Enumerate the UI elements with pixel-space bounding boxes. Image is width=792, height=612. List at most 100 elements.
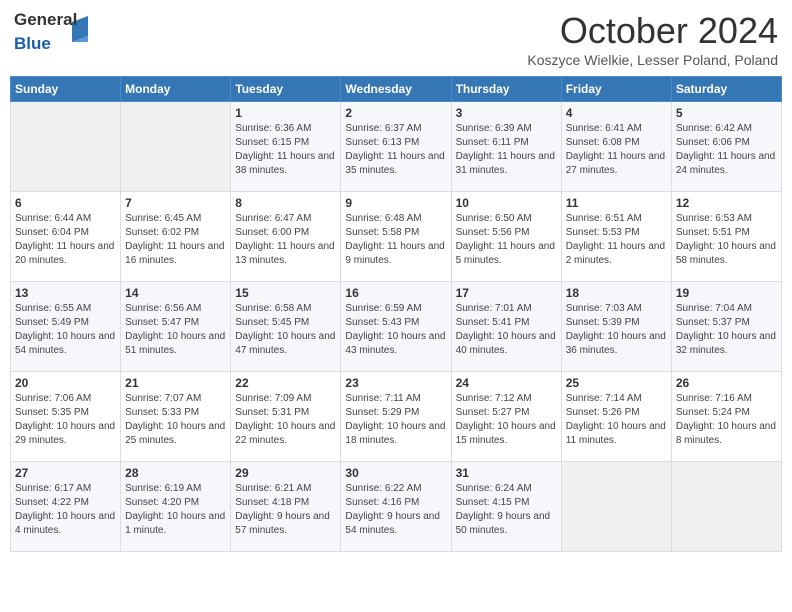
calendar-cell: 10 Sunrise: 6:50 AMSunset: 5:56 PMDayligh…: [451, 192, 561, 282]
calendar-cell: 13Sunrise: 6:55 AMSunset: 5:49 PMDayligh…: [11, 282, 121, 372]
logo-general: General: [14, 10, 77, 30]
cell-content: Sunrise: 6:24 AMSunset: 4:15 PMDaylight:…: [456, 482, 557, 538]
calendar-cell: 26Sunrise: 7:16 AMSunset: 5:24 PMDayligh…: [671, 372, 781, 462]
cell-content: Sunrise: 6:17 AMSunset: 4:22 PMDaylight:…: [15, 482, 116, 538]
cell-content: Sunrise: 7:11 AMSunset: 5:29 PMDaylight:…: [345, 392, 446, 448]
cell-content: Sunrise: 6:21 AMSunset: 4:18 PMDaylight:…: [235, 482, 336, 538]
calendar-cell: 14 Sunrise: 6:56 AMSunset: 5:47 PMDayligh…: [121, 282, 231, 372]
calendar-cell: 7 Sunrise: 6:45 AMSunset: 6:02 PMDaylight…: [121, 192, 231, 282]
day-number: 6: [15, 196, 116, 210]
calendar-cell: 17Sunrise: 7:01 AMSunset: 5:41 PMDayligh…: [451, 282, 561, 372]
day-number: 3: [456, 106, 557, 120]
month-title: October 2024: [527, 10, 778, 52]
day-number: 23: [345, 376, 446, 390]
calendar-cell: 9 Sunrise: 6:48 AMSunset: 5:58 PMDaylight…: [341, 192, 451, 282]
day-number: 1: [235, 106, 336, 120]
weekday-header-tuesday: Tuesday: [231, 77, 341, 102]
cell-content: Sunrise: 7:03 AMSunset: 5:39 PMDaylight:…: [566, 302, 667, 358]
day-number: 12: [676, 196, 777, 210]
calendar-week-row: 1Sunrise: 6:36 AMSunset: 6:15 PMDaylight…: [11, 102, 782, 192]
weekday-header-monday: Monday: [121, 77, 231, 102]
calendar-cell: 21 Sunrise: 7:07 AMSunset: 5:33 PMDayligh…: [121, 372, 231, 462]
day-number: 25: [566, 376, 667, 390]
calendar-table: SundayMondayTuesdayWednesdayThursdayFrid…: [10, 76, 782, 552]
day-number: 18: [566, 286, 667, 300]
weekday-header-saturday: Saturday: [671, 77, 781, 102]
calendar-cell: 1Sunrise: 6:36 AMSunset: 6:15 PMDaylight…: [231, 102, 341, 192]
calendar-cell: 31Sunrise: 6:24 AMSunset: 4:15 PMDayligh…: [451, 462, 561, 552]
cell-content: Sunrise: 6:45 AMSunset: 6:02 PMDaylight:…: [125, 212, 226, 268]
day-number: 29: [235, 466, 336, 480]
calendar-cell: 29 Sunrise: 6:21 AMSunset: 4:18 PMDayligh…: [231, 462, 341, 552]
calendar-cell: 2 Sunrise: 6:37 AMSunset: 6:13 PMDaylight…: [341, 102, 451, 192]
calendar-cell: 6Sunrise: 6:44 AMSunset: 6:04 PMDaylight…: [11, 192, 121, 282]
cell-content: Sunrise: 6:58 AMSunset: 5:45 PMDaylight:…: [235, 302, 336, 358]
day-number: 8: [235, 196, 336, 210]
calendar-cell: 12 Sunrise: 6:53 AMSunset: 5:51 PMDayligh…: [671, 192, 781, 282]
calendar-cell: [11, 102, 121, 192]
day-number: 26: [676, 376, 777, 390]
calendar-cell: 11 Sunrise: 6:51 AMSunset: 5:53 PMDayligh…: [561, 192, 671, 282]
page-header: General Blue October 2024 Koszyce Wielki…: [10, 10, 782, 68]
day-number: 4: [566, 106, 667, 120]
day-number: 15: [235, 286, 336, 300]
day-number: 5: [676, 106, 777, 120]
cell-content: Sunrise: 6:19 AMSunset: 4:20 PMDaylight:…: [125, 482, 226, 538]
logo-blue: Blue: [14, 34, 51, 54]
cell-content: Sunrise: 7:09 AMSunset: 5:31 PMDaylight:…: [235, 392, 336, 448]
day-number: 30: [345, 466, 446, 480]
cell-content: Sunrise: 7:07 AMSunset: 5:33 PMDaylight:…: [125, 392, 226, 448]
calendar-week-row: 27 Sunrise: 6:17 AMSunset: 4:22 PMDayligh…: [11, 462, 782, 552]
day-number: 14: [125, 286, 226, 300]
day-number: 22: [235, 376, 336, 390]
cell-content: Sunrise: 6:37 AMSunset: 6:13 PMDaylight:…: [345, 122, 446, 178]
calendar-week-row: 13Sunrise: 6:55 AMSunset: 5:49 PMDayligh…: [11, 282, 782, 372]
cell-content: Sunrise: 7:12 AMSunset: 5:27 PMDaylight:…: [456, 392, 557, 448]
calendar-header: SundayMondayTuesdayWednesdayThursdayFrid…: [11, 77, 782, 102]
calendar-cell: 4Sunrise: 6:41 AMSunset: 6:08 PMDaylight…: [561, 102, 671, 192]
logo: General Blue: [14, 10, 90, 54]
weekday-header-thursday: Thursday: [451, 77, 561, 102]
cell-content: Sunrise: 6:51 AMSunset: 5:53 PMDaylight:…: [566, 212, 667, 268]
calendar-cell: 24 Sunrise: 7:12 AMSunset: 5:27 PMDayligh…: [451, 372, 561, 462]
cell-content: Sunrise: 6:59 AMSunset: 5:43 PMDaylight:…: [345, 302, 446, 358]
day-number: 7: [125, 196, 226, 210]
weekday-header-sunday: Sunday: [11, 77, 121, 102]
day-number: 17: [456, 286, 557, 300]
title-block: October 2024 Koszyce Wielkie, Lesser Pol…: [527, 10, 778, 68]
calendar-cell: 20Sunrise: 7:06 AMSunset: 5:35 PMDayligh…: [11, 372, 121, 462]
calendar-cell: 8Sunrise: 6:47 AMSunset: 6:00 PMDaylight…: [231, 192, 341, 282]
calendar-cell: 5 Sunrise: 6:42 AMSunset: 6:06 PMDaylight…: [671, 102, 781, 192]
day-number: 24: [456, 376, 557, 390]
cell-content: Sunrise: 6:56 AMSunset: 5:47 PMDaylight:…: [125, 302, 226, 358]
weekday-header-row: SundayMondayTuesdayWednesdayThursdayFrid…: [11, 77, 782, 102]
calendar-cell: 23 Sunrise: 7:11 AMSunset: 5:29 PMDayligh…: [341, 372, 451, 462]
day-number: 13: [15, 286, 116, 300]
cell-content: Sunrise: 6:53 AMSunset: 5:51 PMDaylight:…: [676, 212, 777, 268]
day-number: 28: [125, 466, 226, 480]
day-number: 2: [345, 106, 446, 120]
calendar-cell: 25Sunrise: 7:14 AMSunset: 5:26 PMDayligh…: [561, 372, 671, 462]
weekday-header-friday: Friday: [561, 77, 671, 102]
calendar-cell: 30Sunrise: 6:22 AMSunset: 4:16 PMDayligh…: [341, 462, 451, 552]
day-number: 9: [345, 196, 446, 210]
cell-content: Sunrise: 6:42 AMSunset: 6:06 PMDaylight:…: [676, 122, 777, 178]
calendar-cell: 16 Sunrise: 6:59 AMSunset: 5:43 PMDayligh…: [341, 282, 451, 372]
calendar-cell: [671, 462, 781, 552]
location-title: Koszyce Wielkie, Lesser Poland, Poland: [527, 52, 778, 68]
cell-content: Sunrise: 7:04 AMSunset: 5:37 PMDaylight:…: [676, 302, 777, 358]
cell-content: Sunrise: 6:50 AMSunset: 5:56 PMDaylight:…: [456, 212, 557, 268]
day-number: 21: [125, 376, 226, 390]
calendar-cell: [561, 462, 671, 552]
day-number: 11: [566, 196, 667, 210]
calendar-cell: [121, 102, 231, 192]
calendar-cell: 28 Sunrise: 6:19 AMSunset: 4:20 PMDayligh…: [121, 462, 231, 552]
day-number: 27: [15, 466, 116, 480]
day-number: 10: [456, 196, 557, 210]
day-number: 16: [345, 286, 446, 300]
cell-content: Sunrise: 6:48 AMSunset: 5:58 PMDaylight:…: [345, 212, 446, 268]
calendar-week-row: 20Sunrise: 7:06 AMSunset: 5:35 PMDayligh…: [11, 372, 782, 462]
calendar-cell: 3Sunrise: 6:39 AMSunset: 6:11 PMDaylight…: [451, 102, 561, 192]
weekday-header-wednesday: Wednesday: [341, 77, 451, 102]
calendar-body: 1Sunrise: 6:36 AMSunset: 6:15 PMDaylight…: [11, 102, 782, 552]
